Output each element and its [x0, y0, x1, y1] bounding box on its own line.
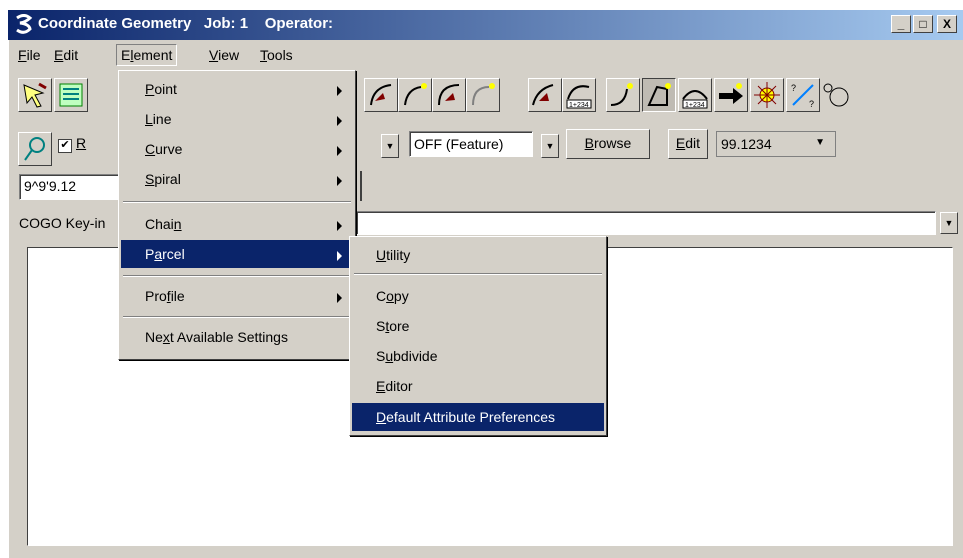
menu-item-spiral[interactable]: Spiral: [121, 165, 353, 193]
feature-dropdown[interactable]: OFF (Feature): [409, 131, 533, 157]
menu-item-curve[interactable]: Curve: [121, 135, 353, 163]
submenu-item-subdivide[interactable]: Subdivide: [352, 342, 604, 370]
element-menu: Point Line Curve Spiral Chain Parcel Pro…: [118, 70, 356, 360]
station-arc-icon: 1+234: [682, 90, 708, 109]
svg-text:1+234: 1+234: [685, 102, 705, 109]
dropdown-arrow-1[interactable]: ▼: [381, 134, 399, 158]
checkbox-label: R: [76, 135, 87, 151]
chevron-down-icon[interactable]: ▼: [815, 137, 825, 148]
spiral-tool[interactable]: [606, 78, 640, 112]
station-curve-icon: 1+234: [566, 85, 592, 109]
browse-button[interactable]: Browse: [566, 129, 650, 159]
keyin-input[interactable]: [356, 211, 936, 235]
curve-tool-1[interactable]: [364, 78, 398, 112]
angle-field[interactable]: 9^9'9.12: [19, 174, 119, 200]
select-point-icon: [23, 82, 47, 108]
menu-item-line[interactable]: Line: [121, 105, 353, 133]
feature-dropdown-arrow[interactable]: ▼: [541, 134, 559, 158]
submenu-arrow-icon: [337, 146, 342, 156]
submenu-item-default-attribute-preferences[interactable]: Default Attribute Preferences: [352, 403, 604, 431]
curve-arc-icon: [438, 84, 460, 106]
menu-edit[interactable]: Edit: [54, 47, 78, 63]
curve-star-icon: [472, 83, 495, 106]
menu-separator: [354, 273, 602, 275]
menu-separator: [123, 201, 351, 203]
curve-tool-2[interactable]: [398, 78, 432, 112]
select-tool-button[interactable]: [18, 78, 52, 112]
station-tool-2[interactable]: 1+234: [678, 78, 712, 112]
submenu-arrow-icon: [337, 221, 342, 231]
curve-tool-3[interactable]: [432, 78, 466, 112]
corner-icon: [647, 83, 671, 106]
submenu-arrow-icon: [337, 251, 342, 261]
submenu-item-store[interactable]: Store: [352, 312, 604, 340]
menu-item-next-available-settings[interactable]: Next Available Settings: [121, 323, 353, 351]
menu-file[interactable]: File: [18, 47, 41, 63]
maximize-button[interactable]: □: [913, 15, 933, 33]
svg-text:?: ?: [809, 99, 814, 109]
arrow-right-icon: [719, 83, 743, 104]
menu-item-parcel[interactable]: Parcel: [121, 240, 353, 268]
menu-tools[interactable]: Tools: [260, 47, 293, 63]
list-icon: [59, 83, 83, 107]
inverse-icon: ??: [791, 83, 814, 109]
parcel-submenu: Utility Copy Store Subdivide Editor Defa…: [349, 236, 607, 436]
window-title: Coordinate Geometry Job: 1 Operator:: [38, 15, 334, 32]
menu-bar: File Edit Element View Tools: [8, 40, 963, 70]
svg-text:?: ?: [791, 83, 796, 93]
spiral-icon: [610, 83, 633, 106]
corner-tool[interactable]: [642, 78, 676, 112]
circle-icon: [823, 83, 849, 107]
feature-checkbox[interactable]: ✔: [58, 139, 72, 153]
curve-tangent-icon: [532, 84, 554, 106]
menu-element[interactable]: Element: [116, 44, 178, 66]
menu-item-profile[interactable]: Profile: [121, 282, 353, 310]
list-tool-button[interactable]: [54, 78, 88, 112]
inverse-tool[interactable]: ??: [786, 78, 820, 112]
store-tool[interactable]: [714, 78, 748, 112]
curve-tool-4[interactable]: [466, 78, 500, 112]
cogo-logo-icon: [16, 14, 33, 34]
lasso-icon: [24, 137, 45, 161]
keyin-label: COGO Key-in: [19, 215, 106, 231]
edit-button[interactable]: Edit: [668, 129, 708, 159]
lasso-tool-button[interactable]: [18, 132, 52, 166]
submenu-arrow-icon: [337, 293, 342, 303]
menu-item-chain[interactable]: Chain: [121, 210, 353, 238]
curve-tool-5[interactable]: [528, 78, 562, 112]
menu-separator: [123, 275, 351, 277]
precision-dropdown[interactable]: 99.1234 ▼: [716, 131, 836, 157]
keyin-dropdown-arrow[interactable]: ▼: [940, 212, 958, 234]
burst-icon: [754, 82, 780, 108]
submenu-arrow-icon: [337, 116, 342, 126]
explode-tool[interactable]: [750, 78, 784, 112]
curve-icon: [370, 84, 392, 106]
submenu-item-copy[interactable]: Copy: [352, 282, 604, 310]
submenu-item-editor[interactable]: Editor: [352, 372, 604, 400]
curve-point-icon: [404, 83, 427, 106]
menu-view[interactable]: View: [209, 47, 239, 63]
menu-separator: [123, 316, 351, 318]
submenu-arrow-icon: [337, 176, 342, 186]
station-tool-1[interactable]: 1+234: [562, 78, 596, 112]
minimize-button[interactable]: _: [891, 15, 911, 33]
submenu-arrow-icon: [337, 86, 342, 96]
submenu-item-utility[interactable]: Utility: [352, 241, 604, 269]
circle-tool[interactable]: [820, 78, 854, 112]
svg-text:1+234: 1+234: [569, 102, 589, 109]
title-bar[interactable]: Coordinate Geometry Job: 1 Operator: _ □…: [8, 10, 963, 40]
close-button[interactable]: X: [937, 15, 957, 33]
menu-item-point[interactable]: Point: [121, 75, 353, 103]
